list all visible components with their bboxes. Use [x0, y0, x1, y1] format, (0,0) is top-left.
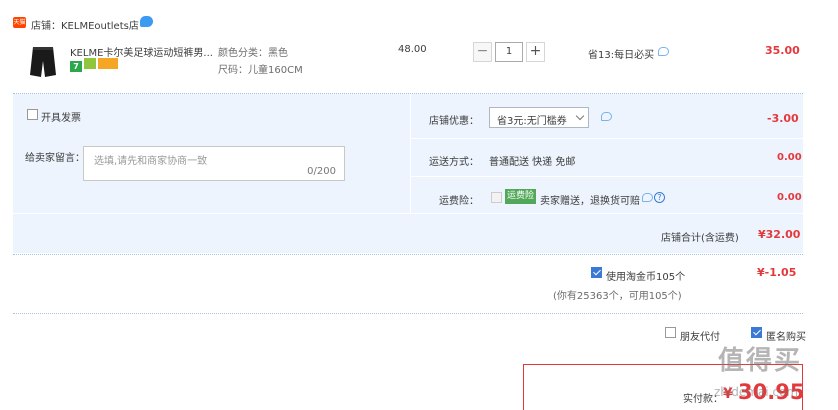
insurance-value: 卖家赠送，退换货可赔	[540, 196, 640, 207]
message-textarea[interactable]: 选填,请先和商家协商一致 0/200	[83, 146, 345, 181]
product-title[interactable]: KELME卡尔美足球运动短裤男...	[70, 44, 213, 59]
promo-chat-icon[interactable]	[658, 47, 669, 56]
item-subtotal: 35.00	[765, 44, 800, 57]
message-counter: 0/200	[307, 166, 336, 177]
insurance-amount: 0.00	[777, 192, 802, 203]
shop-total-label: 店铺合计(含运费)	[661, 233, 739, 244]
insurance-checkbox	[491, 192, 502, 203]
quantity-plus-button[interactable]: +	[526, 42, 545, 62]
help-icon[interactable]: ?	[654, 192, 665, 203]
watermark-text: 值得买	[718, 346, 803, 376]
anonymous-checkbox[interactable]	[751, 327, 762, 338]
friend-pay-label: 朋友代付	[680, 332, 720, 343]
shop-discount-selected: 省3元:无门槛券	[497, 116, 567, 127]
coins-amount: ¥-1.05	[757, 266, 797, 279]
insurance-badge: 运费险	[505, 189, 536, 204]
quantity-input[interactable]: 1	[495, 42, 523, 62]
section-divider	[13, 313, 803, 314]
product-color: 颜色分类：黑色	[218, 48, 288, 59]
discount-chat-icon[interactable]	[601, 112, 612, 121]
coins-note: (你有25363个，可用105个)	[553, 291, 682, 302]
seven-day-return-icon: 7	[70, 61, 82, 72]
product-size: 尺码：儿童160CM	[218, 65, 303, 76]
service-tags: 7	[70, 58, 120, 72]
insurance-chat-icon[interactable]	[642, 193, 653, 202]
quantity-minus-button[interactable]: −	[473, 42, 492, 62]
chat-icon[interactable]	[140, 16, 153, 27]
coins-label: 使用淘金币105个	[606, 272, 686, 283]
section-divider	[13, 254, 803, 255]
shop-discount-label: 店铺优惠：	[429, 116, 479, 127]
service-badge-icon	[84, 58, 96, 69]
chevron-down-icon	[575, 111, 585, 121]
card-payment-icon	[98, 58, 118, 69]
invoice-checkbox[interactable]	[27, 109, 38, 120]
watermark-url: zhidemai.com	[714, 385, 799, 399]
message-placeholder: 选填,请先和商家协商一致	[94, 156, 208, 167]
product-thumbnail[interactable]	[25, 45, 61, 79]
shop-discount-select[interactable]: 省3元:无门槛券	[489, 107, 589, 128]
shop-name[interactable]: 店铺：KELMEoutlets店	[31, 17, 139, 32]
invoice-label: 开具发票	[41, 113, 81, 124]
message-label: 给卖家留言：	[25, 153, 85, 164]
unit-price: 48.00	[398, 44, 427, 55]
shipping-amount: 0.00	[777, 152, 802, 163]
coins-checkbox[interactable]	[591, 267, 602, 278]
insurance-label: 运费险：	[439, 196, 479, 207]
shop-discount-amount: -3.00	[767, 112, 799, 125]
shipping-label: 运送方式：	[429, 157, 479, 168]
tmall-shop-icon: 天猫	[13, 17, 26, 28]
promo-text: 省13:每日必买	[588, 50, 655, 61]
friend-pay-checkbox[interactable]	[665, 327, 676, 338]
shipping-value: 普通配送 快递 免邮	[489, 157, 576, 168]
shop-total-amount: ¥32.00	[758, 228, 801, 241]
